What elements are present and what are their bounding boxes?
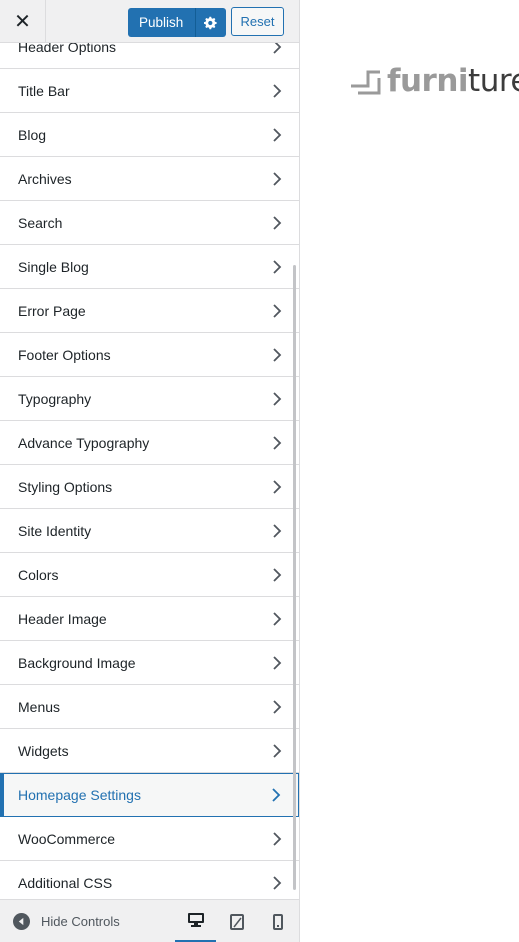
panel-menus[interactable]: Menus: [0, 685, 299, 729]
desktop-icon: [187, 913, 204, 927]
panel-site-identity[interactable]: Site Identity: [0, 509, 299, 553]
panel-woocommerce[interactable]: WooCommerce: [0, 817, 299, 861]
panel-label: Advance Typography: [18, 434, 150, 451]
customizer-sidebar: Header Options Title Bar Blog Archives Searc…: [0, 0, 300, 942]
chevron-right-icon: [273, 127, 282, 142]
chevron-right-icon: [273, 875, 282, 890]
panel-label: WooCommerce: [18, 830, 115, 847]
gear-icon: [204, 16, 217, 29]
mobile-icon: [272, 913, 283, 930]
panel-label: Menus: [18, 698, 61, 715]
chevron-right-icon: [273, 435, 282, 450]
panel-styling-options[interactable]: Styling Options: [0, 465, 299, 509]
reset-button[interactable]: Reset: [231, 7, 284, 36]
panel-title-bar[interactable]: Title Bar: [0, 69, 299, 113]
panel-advance-typography[interactable]: Advance Typography: [0, 421, 299, 465]
chevron-right-icon: [273, 655, 282, 670]
publish-button[interactable]: Publish: [128, 8, 197, 37]
panel-label: Header Image: [18, 610, 107, 627]
panel-label: Title Bar: [18, 82, 70, 99]
customizer-header: ✕ Publish Reset: [0, 0, 299, 43]
logo-text-dark: ture: [468, 63, 519, 99]
desktop-preview-button[interactable]: [175, 900, 216, 942]
hide-controls-button[interactable]: Hide Controls: [0, 912, 120, 930]
scrollbar[interactable]: [293, 265, 296, 890]
chevron-right-icon: [273, 479, 282, 494]
publish-settings-button[interactable]: [196, 8, 226, 37]
mobile-preview-button[interactable]: [257, 900, 298, 942]
panel-list: Header Options Title Bar Blog Archives Searc…: [0, 25, 299, 905]
chevron-right-icon: [273, 831, 282, 846]
panel-typography[interactable]: Typography: [0, 377, 299, 421]
panel-label: Colors: [18, 566, 59, 583]
chevron-right-icon: [273, 743, 282, 758]
chevron-right-icon: [273, 567, 282, 582]
chevron-right-icon: [273, 303, 282, 318]
panel-single-blog[interactable]: Single Blog: [0, 245, 299, 289]
logo-mark-icon: [351, 70, 381, 94]
panel-homepage-settings[interactable]: Homepage Settings: [0, 773, 299, 817]
panel-label: Single Blog: [18, 258, 89, 275]
close-icon: ✕: [14, 11, 31, 33]
panel-label: Typography: [18, 390, 92, 407]
customizer-footer: Hide Controls: [0, 899, 299, 942]
panel-footer-options[interactable]: Footer Options: [0, 333, 299, 377]
close-button[interactable]: ✕: [0, 0, 46, 43]
panel-error-page[interactable]: Error Page: [0, 289, 299, 333]
panel-label: Site Identity: [18, 522, 92, 539]
chevron-right-icon: [273, 611, 282, 626]
tablet-icon: [229, 913, 244, 930]
panel-label: Archives: [18, 170, 72, 187]
publish-group: Publish: [128, 8, 227, 37]
chevron-right-icon: [272, 788, 281, 802]
device-switcher: [175, 900, 298, 942]
panel-search[interactable]: Search: [0, 201, 299, 245]
logo-text: furniture: [387, 66, 519, 97]
chevron-right-icon: [273, 699, 282, 714]
chevron-right-icon: [273, 259, 282, 274]
panel-label: Additional CSS: [18, 874, 113, 891]
panel-label: Search: [18, 214, 63, 231]
panel-label: Footer Options: [18, 346, 111, 363]
tablet-preview-button[interactable]: [216, 900, 257, 942]
panel-label: Styling Options: [18, 478, 113, 495]
chevron-right-icon: [273, 347, 282, 362]
chevron-right-icon: [273, 523, 282, 538]
collapse-arrow-icon: [13, 912, 30, 930]
chevron-right-icon: [273, 171, 282, 186]
panel-blog[interactable]: Blog: [0, 113, 299, 157]
panel-label: Widgets: [18, 742, 69, 759]
site-preview[interactable]: furniture: [300, 0, 519, 942]
panel-archives[interactable]: Archives: [0, 157, 299, 201]
chevron-right-icon: [273, 83, 282, 98]
panel-label: Blog: [18, 126, 47, 143]
panel-label: Homepage Settings: [18, 787, 141, 803]
panel-widgets[interactable]: Widgets: [0, 729, 299, 773]
panel-background-image[interactable]: Background Image: [0, 641, 299, 685]
hide-controls-label: Hide Controls: [41, 913, 120, 929]
panel-header-image[interactable]: Header Image: [0, 597, 299, 641]
panel-label: Error Page: [18, 302, 86, 319]
chevron-right-icon: [273, 391, 282, 406]
site-logo[interactable]: furniture: [350, 66, 519, 97]
logo-text-light: furni: [387, 63, 469, 99]
panel-label: Background Image: [18, 654, 136, 671]
panel-colors[interactable]: Colors: [0, 553, 299, 597]
chevron-right-icon: [273, 215, 282, 230]
